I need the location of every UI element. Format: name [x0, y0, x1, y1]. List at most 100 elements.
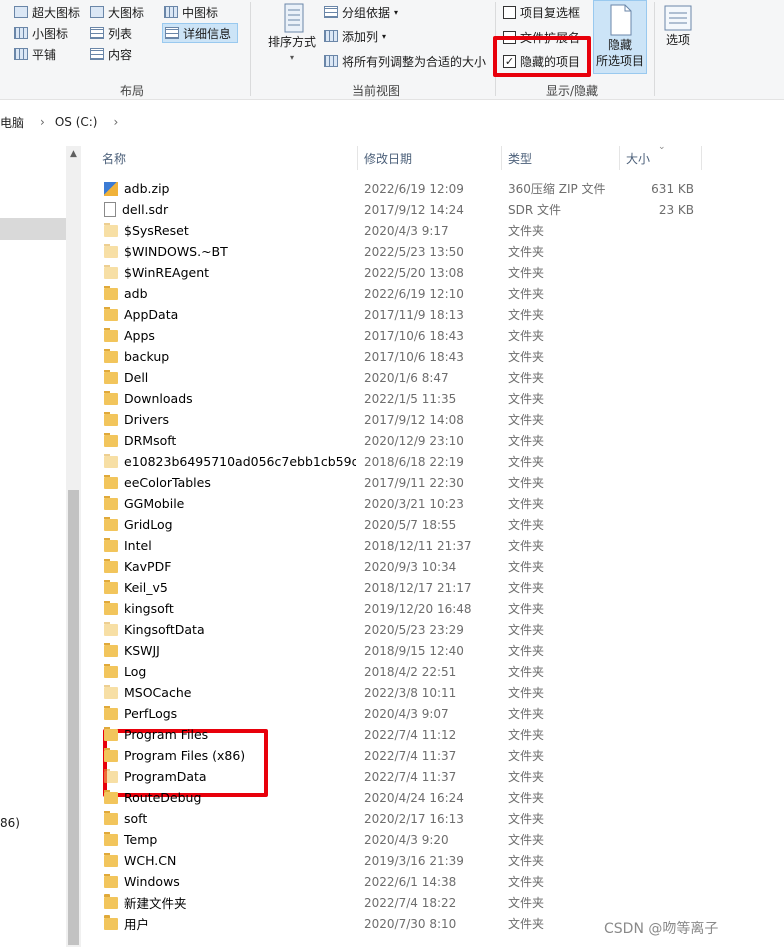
file-row[interactable]: 新建文件夹 2022/7/4 18:22 文件夹 — [96, 892, 716, 913]
navigation-pane[interactable]: 86) — [0, 140, 66, 947]
file-row[interactable]: DRMsoft 2020/12/9 23:10 文件夹 — [96, 430, 716, 451]
file-row[interactable]: Windows 2022/6/1 14:38 文件夹 — [96, 871, 716, 892]
file-name-cell[interactable]: Log — [104, 664, 356, 679]
file-row[interactable]: e10823b6495710ad056c7ebb1cb59d... 2018/6/… — [96, 451, 716, 472]
file-name-cell[interactable]: 新建文件夹 — [104, 893, 356, 912]
sort-by-button[interactable]: 排序方式 ▾ — [264, 2, 320, 66]
file-row[interactable]: $SysReset 2020/4/3 9:17 文件夹 — [96, 220, 716, 241]
hide-selected-button[interactable]: 隐藏 所选项目 — [593, 0, 647, 74]
file-row[interactable]: ProgramData 2022/7/4 11:37 文件夹 — [96, 766, 716, 787]
file-row[interactable]: $WinREAgent 2022/5/20 13:08 文件夹 — [96, 262, 716, 283]
file-name-cell[interactable]: GridLog — [104, 517, 356, 532]
fit-columns-button[interactable]: 将所有列调整为合适的大小 — [324, 51, 486, 71]
file-row[interactable]: Drivers 2017/9/12 14:08 文件夹 — [96, 409, 716, 430]
scroll-up-icon[interactable]: ▲ — [66, 146, 81, 162]
column-date-modified[interactable]: 修改日期 — [358, 146, 502, 170]
file-name-cell[interactable]: Program Files (x86) — [104, 748, 356, 763]
breadcrumb-this-pc[interactable]: 此电脑 — [0, 114, 24, 131]
file-row[interactable]: MSOCache 2022/3/8 10:11 文件夹 — [96, 682, 716, 703]
file-row[interactable]: GGMobile 2020/3/21 10:23 文件夹 — [96, 493, 716, 514]
file-row[interactable]: eeColorTables 2017/9/11 22:30 文件夹 — [96, 472, 716, 493]
vertical-scrollbar[interactable]: ▲ — [66, 146, 81, 947]
file-row[interactable]: adb 2022/6/19 12:10 文件夹 — [96, 283, 716, 304]
file-name-cell[interactable]: soft — [104, 811, 356, 826]
file-name-cell[interactable]: $WinREAgent — [104, 265, 356, 280]
file-name-cell[interactable]: adb.zip — [104, 181, 356, 196]
file-row[interactable]: Keil_v5 2018/12/17 21:17 文件夹 — [96, 577, 716, 598]
file-name-cell[interactable]: KavPDF — [104, 559, 356, 574]
nav-selected-item[interactable] — [0, 218, 66, 240]
file-row[interactable]: soft 2020/2/17 16:13 文件夹 — [96, 808, 716, 829]
column-name[interactable]: 名称 — [96, 146, 358, 170]
column-size[interactable]: 大小 — [620, 146, 702, 170]
nav-item-label[interactable]: 86) — [0, 816, 20, 830]
file-name-cell[interactable]: RouteDebug — [104, 790, 356, 805]
file-row[interactable]: dell.sdr 2017/9/12 14:24 SDR 文件 23 KB — [96, 199, 716, 220]
file-row[interactable]: backup 2017/10/6 18:43 文件夹 — [96, 346, 716, 367]
scrollbar-thumb[interactable] — [68, 490, 79, 945]
file-name-cell[interactable]: DRMsoft — [104, 433, 356, 448]
file-row[interactable]: KavPDF 2020/9/3 10:34 文件夹 — [96, 556, 716, 577]
file-name-cell[interactable]: PerfLogs — [104, 706, 356, 721]
file-name-cell[interactable]: GGMobile — [104, 496, 356, 511]
view-small-icons[interactable]: 小图标 — [14, 23, 68, 43]
file-row[interactable]: PerfLogs 2020/4/3 9:07 文件夹 — [96, 703, 716, 724]
file-name-cell[interactable]: ProgramData — [104, 769, 356, 784]
file-name-cell[interactable]: Program Files — [104, 727, 356, 742]
item-checkboxes-toggle[interactable]: 项目复选框 — [503, 2, 580, 22]
file-name-cell[interactable]: Apps — [104, 328, 356, 343]
add-column-button[interactable]: 添加列 ▾ — [324, 26, 386, 46]
file-name-cell[interactable]: eeColorTables — [104, 475, 356, 490]
file-row[interactable]: Dell 2020/1/6 8:47 文件夹 — [96, 367, 716, 388]
file-extensions-toggle[interactable]: 文件扩展名 — [503, 27, 580, 47]
view-details[interactable]: 详细信息 — [162, 23, 238, 43]
view-extra-large-icons[interactable]: 超大图标 — [14, 2, 80, 22]
file-row[interactable]: GridLog 2020/5/7 18:55 文件夹 — [96, 514, 716, 535]
file-name-cell[interactable]: kingsoft — [104, 601, 356, 616]
view-medium-icons[interactable]: 中图标 — [164, 2, 218, 22]
file-name-cell[interactable]: e10823b6495710ad056c7ebb1cb59d... — [104, 454, 356, 469]
file-row[interactable]: Temp 2020/4/3 9:20 文件夹 — [96, 829, 716, 850]
file-name-cell[interactable]: Windows — [104, 874, 356, 889]
file-row[interactable]: adb.zip 2022/6/19 12:09 360压缩 ZIP 文件 631 KB — [96, 178, 716, 199]
file-row[interactable]: KingsoftData 2020/5/23 23:29 文件夹 — [96, 619, 716, 640]
breadcrumb-os-c[interactable]: OS (C:) — [55, 115, 98, 129]
file-name-cell[interactable]: dell.sdr — [104, 202, 356, 217]
checkbox[interactable] — [503, 5, 516, 19]
file-row[interactable]: RouteDebug 2020/4/24 16:24 文件夹 — [96, 787, 716, 808]
view-tiles[interactable]: 平铺 — [14, 44, 56, 64]
file-name-cell[interactable]: Dell — [104, 370, 356, 385]
file-name-cell[interactable]: MSOCache — [104, 685, 356, 700]
view-content[interactable]: 内容 — [90, 44, 132, 64]
file-row[interactable]: Program Files (x86) 2022/7/4 11:37 文件夹 — [96, 745, 716, 766]
file-name-cell[interactable]: KingsoftData — [104, 622, 356, 637]
file-row[interactable]: WCH.CN 2019/3/16 21:39 文件夹 — [96, 850, 716, 871]
file-name-cell[interactable]: Keil_v5 — [104, 580, 356, 595]
file-row[interactable]: Log 2018/4/2 22:51 文件夹 — [96, 661, 716, 682]
file-row[interactable]: Downloads 2022/1/5 11:35 文件夹 — [96, 388, 716, 409]
hidden-items-toggle[interactable]: ✓ 隐藏的项目 — [503, 51, 580, 71]
file-name-cell[interactable]: WCH.CN — [104, 853, 356, 868]
file-row[interactable]: KSWJJ 2018/9/15 12:40 文件夹 — [96, 640, 716, 661]
file-name-cell[interactable]: Temp — [104, 832, 356, 847]
options-button[interactable]: 选项 — [660, 4, 696, 48]
file-name-cell[interactable]: Drivers — [104, 412, 356, 427]
file-row[interactable]: AppData 2017/11/9 18:13 文件夹 — [96, 304, 716, 325]
file-name-cell[interactable]: $WINDOWS.~BT — [104, 244, 356, 259]
file-row[interactable]: Program Files 2022/7/4 11:12 文件夹 — [96, 724, 716, 745]
file-name-cell[interactable]: Intel — [104, 538, 356, 553]
address-bar[interactable]: 此电脑 › OS (C:) › — [0, 108, 784, 136]
file-row[interactable]: Intel 2018/12/11 21:37 文件夹 — [96, 535, 716, 556]
column-type[interactable]: 类型 — [502, 146, 620, 170]
file-name-cell[interactable]: 用户 — [104, 914, 356, 933]
file-name-cell[interactable]: adb — [104, 286, 356, 301]
view-list[interactable]: 列表 — [90, 23, 132, 43]
file-row[interactable]: kingsoft 2019/12/20 16:48 文件夹 — [96, 598, 716, 619]
file-name-cell[interactable]: $SysReset — [104, 223, 356, 238]
file-name-cell[interactable]: KSWJJ — [104, 643, 356, 658]
file-row[interactable]: $WINDOWS.~BT 2022/5/23 13:50 文件夹 — [96, 241, 716, 262]
file-name-cell[interactable]: Downloads — [104, 391, 356, 406]
group-by-button[interactable]: 分组依据 ▾ — [324, 2, 398, 22]
view-large-icons[interactable]: 大图标 — [90, 2, 144, 22]
file-name-cell[interactable]: AppData — [104, 307, 356, 322]
